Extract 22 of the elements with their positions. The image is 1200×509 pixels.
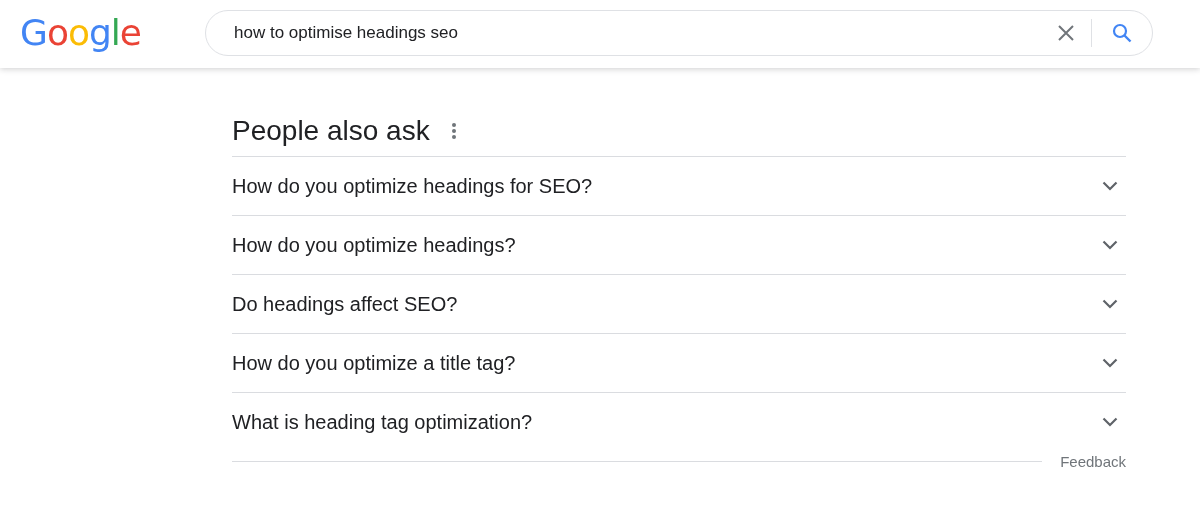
- question-text: How do you optimize headings?: [232, 233, 516, 257]
- search-field[interactable]: how to optimise headings seo: [234, 23, 1057, 43]
- chevron-icon: [1102, 358, 1118, 368]
- question-row[interactable]: What is heading tag optimization?: [232, 393, 1126, 451]
- section-title: People also ask: [232, 115, 430, 147]
- question-row[interactable]: How do you optimize headings for SEO?: [232, 157, 1126, 216]
- question-row[interactable]: How do you optimize headings?: [232, 216, 1126, 275]
- question-text: How do you optimize headings for SEO?: [232, 174, 593, 198]
- chevron-icon: [1102, 299, 1118, 309]
- question-row[interactable]: Do headings affect SEO?: [232, 275, 1126, 334]
- search-button[interactable]: [1112, 23, 1132, 43]
- question-row[interactable]: How do you optimize a title tag?: [232, 334, 1126, 393]
- question-text: Do headings affect SEO?: [232, 292, 458, 316]
- logo[interactable]: Google: [20, 15, 205, 51]
- question-text: What is heading tag optimization?: [232, 410, 533, 434]
- more-options-button[interactable]: [451, 123, 456, 139]
- question-text: How do you optimize a title tag?: [232, 351, 516, 375]
- clear-button[interactable]: [1057, 24, 1075, 42]
- chevron-icon: [1102, 181, 1118, 191]
- feedback-link[interactable]: Feedback: [1060, 453, 1126, 470]
- chevron-icon: [1102, 240, 1118, 250]
- chevron-icon: [1102, 417, 1118, 427]
